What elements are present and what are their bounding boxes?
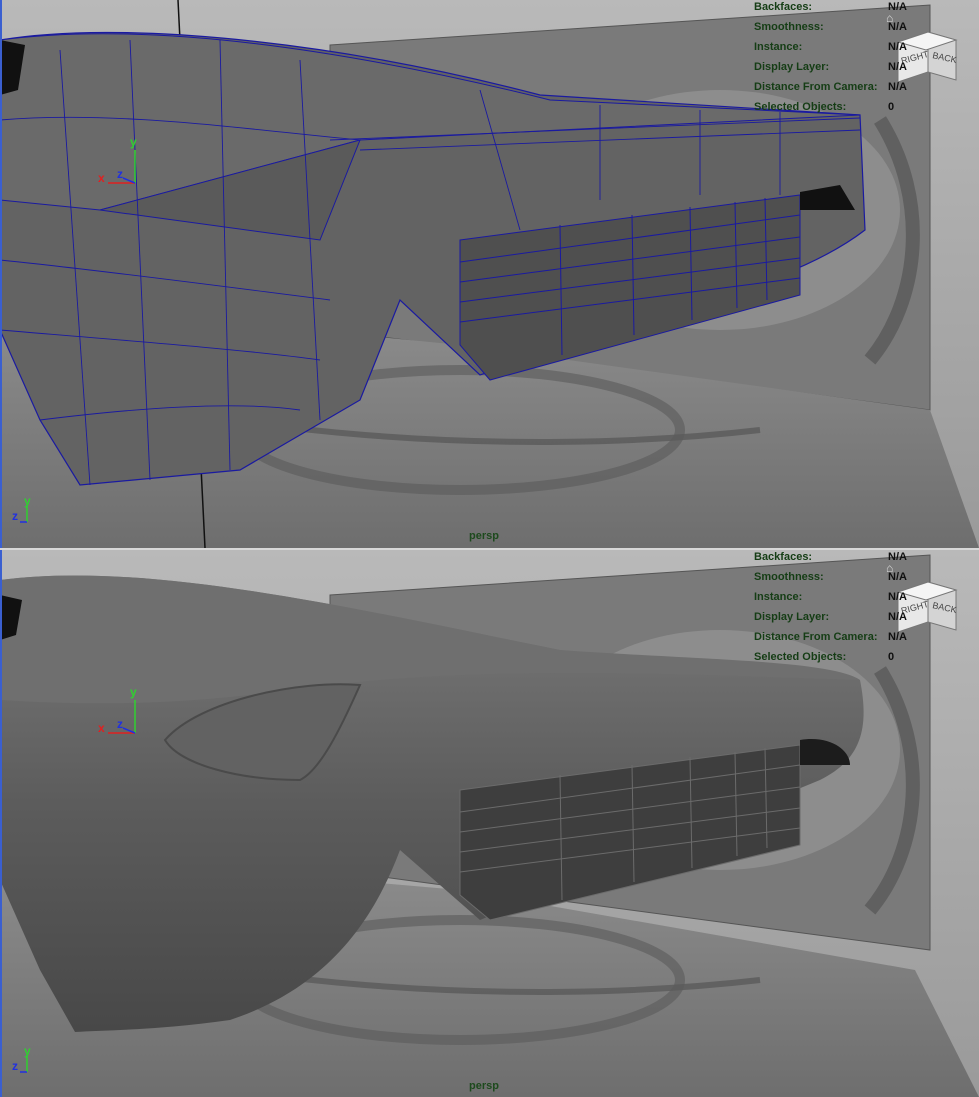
corner-axis-z-label: z (12, 1059, 18, 1073)
hud-row-backfaces: Backfaces: N/A (754, 551, 907, 563)
hud-row-selected-objects: Selected Objects: 0 (754, 101, 895, 113)
camera-name-label: persp (469, 1080, 499, 1092)
pivot-axis-y-label: y (130, 135, 137, 149)
hud-row-distance: Distance From Camera: N/A (754, 81, 907, 93)
viewport-bottom-persp[interactable]: y x z y z ⌂ RIGHT BACK Backfaces: N/A Smo… (0, 550, 979, 1097)
pivot-axis-y-label: y (130, 685, 137, 699)
hud-row-selected-objects: Selected Objects: 0 (754, 651, 895, 663)
pivot-axis-x-label: x (98, 721, 105, 735)
heads-up-display: Backfaces: N/A Smoothness: N/A Instance: N/… (754, 550, 914, 670)
pivot-axis-z-label: z (117, 717, 123, 731)
corner-axis-z-label: z (12, 509, 18, 523)
hud-row-display-layer: Display Layer: N/A (754, 61, 907, 73)
hud-row-instance: Instance: N/A (754, 591, 907, 603)
hud-row-smoothness: Smoothness: N/A (754, 571, 907, 583)
hud-row-instance: Instance: N/A (754, 41, 907, 53)
pivot-axis-x-label: x (98, 171, 105, 185)
viewport-top-persp[interactable]: y x z y z ⌂ RIGHT BACK Backfaces: N/A Smo… (0, 0, 979, 548)
camera-name-label: persp (469, 530, 499, 542)
hud-row-distance: Distance From Camera: N/A (754, 631, 907, 643)
viewport-active-border (0, 0, 2, 548)
hud-row-smoothness: Smoothness: N/A (754, 21, 907, 33)
corner-axis-y-label: y (24, 1044, 31, 1058)
viewport-active-border (0, 550, 2, 1097)
corner-axis-y-label: y (24, 494, 31, 508)
pivot-axis-z-label: z (117, 167, 123, 181)
hud-row-backfaces: Backfaces: N/A (754, 1, 907, 13)
heads-up-display: Backfaces: N/A Smoothness: N/A Instance: N/… (754, 0, 914, 120)
hud-row-display-layer: Display Layer: N/A (754, 611, 907, 623)
